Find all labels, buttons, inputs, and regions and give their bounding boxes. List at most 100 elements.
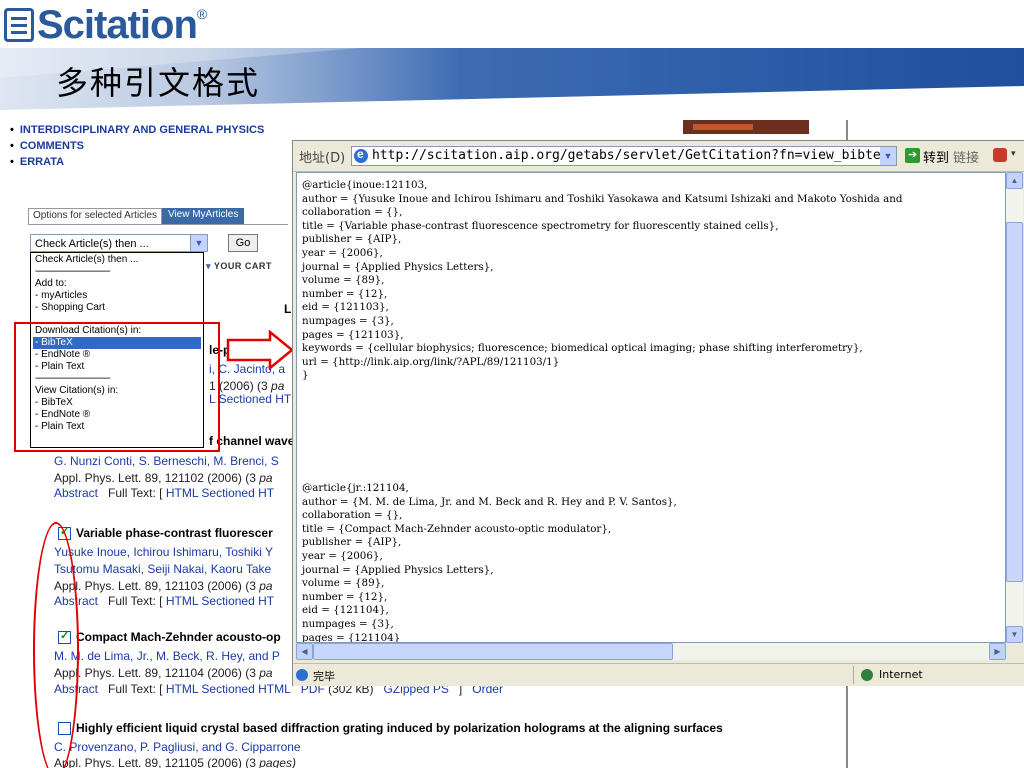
toolbar-extension-icon[interactable] xyxy=(993,148,1007,162)
article-reference: Appl. Phys. Lett. 89, 121102 (2006) (3 p… xyxy=(54,471,273,485)
bibtex-line: number = {12}, xyxy=(302,590,388,603)
bibtex-line: author = {M. M. de Lima, Jr. and M. Beck… xyxy=(302,495,677,508)
bibtex-line: number = {12}, xyxy=(302,287,388,300)
dropdown-option[interactable]: - Shopping Cart xyxy=(33,302,201,314)
dropdown-option[interactable]: - myArticles xyxy=(33,290,201,302)
article-authors[interactable]: C. Provenzano, P. Pagliusi, and G. Cippa… xyxy=(54,740,301,754)
registered-mark: ® xyxy=(196,6,208,22)
chevron-down-icon[interactable]: ▼ xyxy=(880,147,896,165)
link-comments[interactable]: COMMENTS xyxy=(10,140,84,152)
status-text: 完毕 xyxy=(313,670,335,683)
internet-zone-icon xyxy=(861,669,873,681)
bibtex-line: numpages = {3}, xyxy=(302,618,394,630)
article-reference: Appl. Phys. Lett. 89, 121103 (2006) (3 p… xyxy=(54,579,273,593)
document-icon xyxy=(4,8,34,42)
fulltext-label: Full Text: [ xyxy=(108,594,163,608)
fulltext-label: Full Text: [ xyxy=(108,682,163,696)
bibtex-line: url = {http://link.aip.org/link/?APL/89/… xyxy=(302,355,560,368)
article-reference: 1 (2006) (3 pa xyxy=(209,379,285,393)
html-link[interactable]: HTML Sectioned HT xyxy=(166,486,274,500)
article-authors[interactable]: G. Nunzi Conti, S. Berneschi, M. Brenci,… xyxy=(54,454,279,468)
bibtex-line: eid = {121103}, xyxy=(302,301,389,314)
chevron-down-icon[interactable]: ▼ xyxy=(190,235,207,251)
slide-title: 多种引文格式 xyxy=(56,64,261,102)
bibtex-line: author = {Yusuke Inoue and Ichirou Ishim… xyxy=(302,192,903,205)
bibtex-line: keywords = {cellular biophysics; fluores… xyxy=(302,342,863,355)
chevron-down-icon[interactable]: ▾ xyxy=(1011,148,1016,159)
select-value: Check Article(s) then ... xyxy=(35,238,149,250)
scroll-thumb[interactable] xyxy=(1006,222,1023,582)
browser-window: 地址(D) http://scitation.aip.org/getabs/se… xyxy=(292,140,1024,686)
article-title[interactable]: Highly efficient liquid crystal based di… xyxy=(76,721,723,735)
vertical-scrollbar[interactable]: ▲ ▼ xyxy=(1006,172,1023,643)
article-title[interactable]: Variable phase-contrast fluorescer xyxy=(76,526,273,540)
address-bar: 地址(D) http://scitation.aip.org/getabs/se… xyxy=(293,141,1024,172)
scroll-left-icon[interactable]: ◀ xyxy=(296,643,313,660)
status-bar: 完毕 Internet xyxy=(293,663,1024,686)
html-link[interactable]: HTML Sectioned HT xyxy=(166,594,274,608)
bibtex-line: journal = {Applied Physics Letters}, xyxy=(302,260,494,273)
go-button[interactable]: Go xyxy=(228,234,258,252)
tab-view-myarticles[interactable]: View MyArticles xyxy=(161,208,245,224)
bibtex-line: title = {Variable phase-contrast fluores… xyxy=(302,219,779,232)
article-links[interactable]: L Sectioned HT xyxy=(209,392,291,406)
fulltext-label: Full Text: [ xyxy=(108,486,163,500)
bibtex-line: eid = {121104}, xyxy=(302,604,389,617)
scroll-thumb[interactable] xyxy=(313,643,673,660)
link-errata[interactable]: ERRATA xyxy=(10,156,64,168)
go-arrow-icon[interactable]: ➔ xyxy=(905,148,920,163)
article-authors[interactable]: M. M. de Lima, Jr., M. Beck, R. Hey, and… xyxy=(54,649,280,663)
address-label: 地址(D) xyxy=(299,151,346,166)
address-field[interactable]: http://scitation.aip.org/getabs/servlet/… xyxy=(351,146,897,166)
go-button[interactable]: 转到 xyxy=(923,147,949,166)
options-tabs: Options for selected Articles View MyArt… xyxy=(28,208,245,224)
status-divider xyxy=(853,666,854,684)
scroll-up-icon[interactable]: ▲ xyxy=(1006,172,1023,189)
article-authors[interactable]: Tsutomu Masaki, Seiji Nakai, Kaoru Take xyxy=(54,562,271,576)
dropdown-option[interactable]: Check Article(s) then ... xyxy=(33,254,201,266)
article-links: Abstract Full Text: [ HTML Sectioned HT xyxy=(54,486,274,500)
bibtex-line: publisher = {AIP}, xyxy=(302,536,402,549)
bibtex-line: @article{inoue:121103, xyxy=(302,179,428,191)
journal-cover-thumbnail xyxy=(683,120,809,134)
article-reference: Appl. Phys. Lett. 89, 121104 (2006) (3 p… xyxy=(54,666,273,680)
address-url[interactable]: http://scitation.aip.org/getabs/servlet/… xyxy=(372,148,889,163)
tab-underline xyxy=(28,224,288,225)
scroll-right-icon[interactable]: ▶ xyxy=(989,643,1006,660)
horizontal-scrollbar[interactable]: ◀ ▶ xyxy=(296,643,1006,660)
zone-text: Internet xyxy=(879,668,923,681)
links-button[interactable]: 链接 xyxy=(953,147,979,166)
bibtex-line: } xyxy=(302,369,309,382)
tab-options-selected[interactable]: Options for selected Articles xyxy=(28,208,162,224)
stray-letter: L xyxy=(284,302,292,316)
bibtex-line: volume = {89}, xyxy=(302,577,385,590)
bibtex-line: numpages = {3}, xyxy=(302,315,394,327)
bibtex-line: collaboration = {}, xyxy=(302,206,403,219)
scitation-logo: Scitation ® xyxy=(4,2,207,48)
article-links: Abstract Full Text: [ HTML Sectioned HT xyxy=(54,594,274,608)
article-title[interactable]: Compact Mach-Zehnder acousto-op xyxy=(76,630,281,644)
html-link[interactable]: HTML Sectioned HTML xyxy=(166,682,291,696)
bibtex-line: publisher = {AIP}, xyxy=(302,233,402,246)
link-interdisciplinary[interactable]: INTERDISCIPLINARY AND GENERAL PHYSICS xyxy=(10,124,264,136)
scroll-down-icon[interactable]: ▼ xyxy=(1006,626,1023,643)
bibtex-line: pages = {121104} xyxy=(302,631,401,643)
bibtex-line: volume = {89}, xyxy=(302,274,385,287)
bibtex-line: collaboration = {}, xyxy=(302,509,403,522)
citation-action-select[interactable]: Check Article(s) then ... ▼ xyxy=(30,234,208,252)
bibtex-line: journal = {Applied Physics Letters}, xyxy=(302,563,494,576)
bibtex-line: year = {2006}, xyxy=(302,247,383,259)
red-arrow xyxy=(226,330,294,370)
dropdown-group-label: Add to: xyxy=(35,277,67,289)
bibtex-content: @article{inoue:121103, author = {Yusuke I… xyxy=(296,172,1006,643)
highlight-box xyxy=(14,322,220,452)
article-authors[interactable]: Yusuke Inoue, Ichirou Ishimaru, Toshiki … xyxy=(54,545,273,559)
logo-text: Scitation xyxy=(37,3,198,47)
highlight-oval xyxy=(33,522,79,768)
bibtex-line: pages = {121103}, xyxy=(302,328,404,341)
article-title[interactable]: f channel wave xyxy=(209,434,294,448)
your-cart-link[interactable]: YOUR CART xyxy=(206,261,272,272)
article-reference: Appl. Phys. Lett. 89, 121105 (2006) (3 p… xyxy=(54,756,296,768)
bibtex-line: title = {Compact Mach-Zehnder acousto-op… xyxy=(302,522,612,535)
abstract-link[interactable]: Abstract xyxy=(54,486,98,500)
